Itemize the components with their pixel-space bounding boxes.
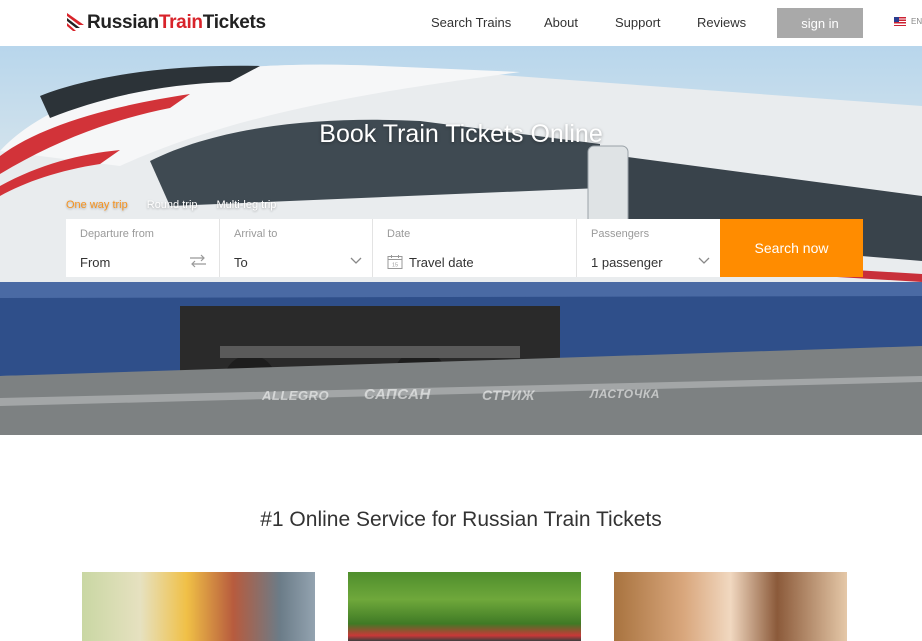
date-label: Date <box>387 228 411 240</box>
arrival-field[interactable]: Arrival to To <box>220 219 373 277</box>
nav-about[interactable]: About <box>544 15 578 30</box>
hero-banner: Book Train Tickets Online One way trip R… <box>0 46 922 435</box>
brand-allegro-logo: ALLEGRO <box>262 388 330 403</box>
chevron-down-icon <box>698 257 710 264</box>
brand-lastochka-logo: ЛАСТОЧКА <box>590 387 660 401</box>
section-title: #1 Online Service for Russian Train Tick… <box>260 508 662 531</box>
feature-image-landscape[interactable] <box>348 572 581 641</box>
departure-label: Departure from <box>80 228 154 240</box>
passengers-select[interactable]: 1 passenger <box>591 255 663 270</box>
departure-field[interactable]: Departure from From <box>66 219 220 277</box>
feature-image-station[interactable] <box>82 572 315 641</box>
site-header: RussianTrainTickets Search Trains About … <box>0 0 922 46</box>
chevron-down-icon <box>350 257 362 264</box>
language-selector[interactable]: EN <box>894 17 922 26</box>
svg-text:15: 15 <box>392 263 398 269</box>
nav-support[interactable]: Support <box>615 15 661 30</box>
search-form: Departure from From Arrival to To Date 1… <box>66 219 863 277</box>
arrival-input[interactable]: To <box>234 255 248 270</box>
logo-icon <box>67 13 84 31</box>
hero-title: Book Train Tickets Online <box>319 120 603 148</box>
train-brand-logos: ALLEGRO САПСАН СТРИЖ ЛАСТОЧКА <box>0 380 922 410</box>
date-field[interactable]: Date 15 Travel date <box>373 219 577 277</box>
departure-input[interactable]: From <box>80 255 110 270</box>
sign-in-button[interactable]: sign in <box>777 8 863 38</box>
trip-type-tabs: One way trip Round trip Multi-leg trip <box>66 199 295 211</box>
logo-text-part2: Train <box>158 12 203 33</box>
passengers-label: Passengers <box>591 228 650 240</box>
search-now-button[interactable]: Search now <box>720 219 863 277</box>
arrival-label: Arrival to <box>234 228 278 240</box>
tab-one-way-trip[interactable]: One way trip <box>66 199 128 211</box>
calendar-icon: 15 <box>387 255 403 269</box>
date-input[interactable]: Travel date <box>409 255 474 270</box>
site-logo[interactable]: RussianTrainTickets <box>66 10 266 36</box>
passengers-field[interactable]: Passengers 1 passenger <box>577 219 720 277</box>
language-label: EN <box>911 17 922 26</box>
swap-icon[interactable] <box>189 254 207 268</box>
nav-reviews[interactable]: Reviews <box>697 15 746 30</box>
tab-multi-leg-trip[interactable]: Multi-leg trip <box>217 199 277 211</box>
feature-image-travelers[interactable] <box>614 572 847 641</box>
us-flag-icon <box>894 17 906 26</box>
nav-search-trains[interactable]: Search Trains <box>431 15 511 30</box>
brand-sapsan-logo: САПСАН <box>364 386 431 403</box>
logo-text: RussianTrainTickets <box>87 12 266 34</box>
brand-strizh-logo: СТРИЖ <box>482 387 536 403</box>
logo-text-part1: Russian <box>87 12 159 33</box>
tab-round-trip[interactable]: Round trip <box>147 199 198 211</box>
logo-text-part3: Tickets <box>202 12 266 33</box>
